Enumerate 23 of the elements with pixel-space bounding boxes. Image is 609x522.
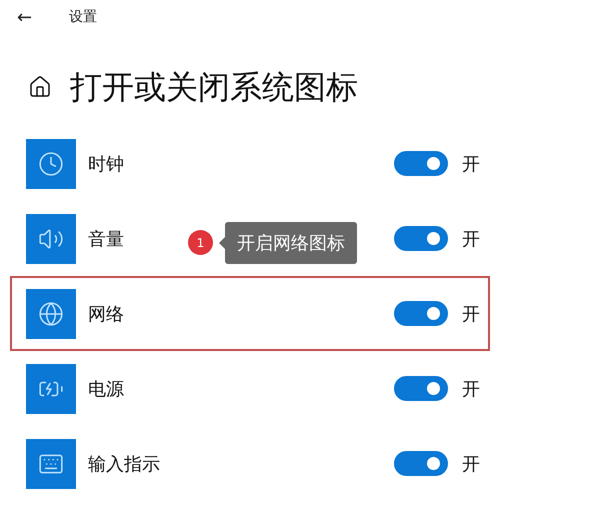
row-label: 电源 bbox=[88, 378, 124, 400]
back-button[interactable]: ← bbox=[17, 6, 35, 28]
toggle-switch[interactable] bbox=[394, 301, 448, 326]
tooltip: 开启网络图标 bbox=[225, 222, 357, 264]
row-label: 音量 bbox=[88, 228, 124, 250]
toggle-state-label: 开 bbox=[462, 152, 481, 176]
toggle-switch[interactable] bbox=[394, 376, 448, 401]
row-label: 输入指示 bbox=[88, 452, 160, 476]
window-title: 设置 bbox=[69, 8, 97, 26]
toggle-state-label: 开 bbox=[462, 378, 481, 400]
page-title: 打开或关闭系统图标 bbox=[70, 67, 358, 108]
toggle-switch[interactable] bbox=[394, 451, 448, 476]
row-label: 网络 bbox=[88, 302, 124, 326]
row-label: 时钟 bbox=[88, 152, 124, 176]
toggle-switch[interactable] bbox=[394, 151, 448, 176]
globe-icon bbox=[38, 300, 64, 326]
home-icon[interactable] bbox=[28, 75, 52, 99]
toggle-state-label: 开 bbox=[462, 228, 481, 250]
step-badge: 1 bbox=[188, 230, 213, 255]
toggle-state-label: 开 bbox=[462, 302, 481, 326]
toggle-state-label: 开 bbox=[462, 452, 481, 476]
toggle-switch[interactable] bbox=[394, 226, 448, 251]
clock-icon bbox=[38, 150, 64, 176]
